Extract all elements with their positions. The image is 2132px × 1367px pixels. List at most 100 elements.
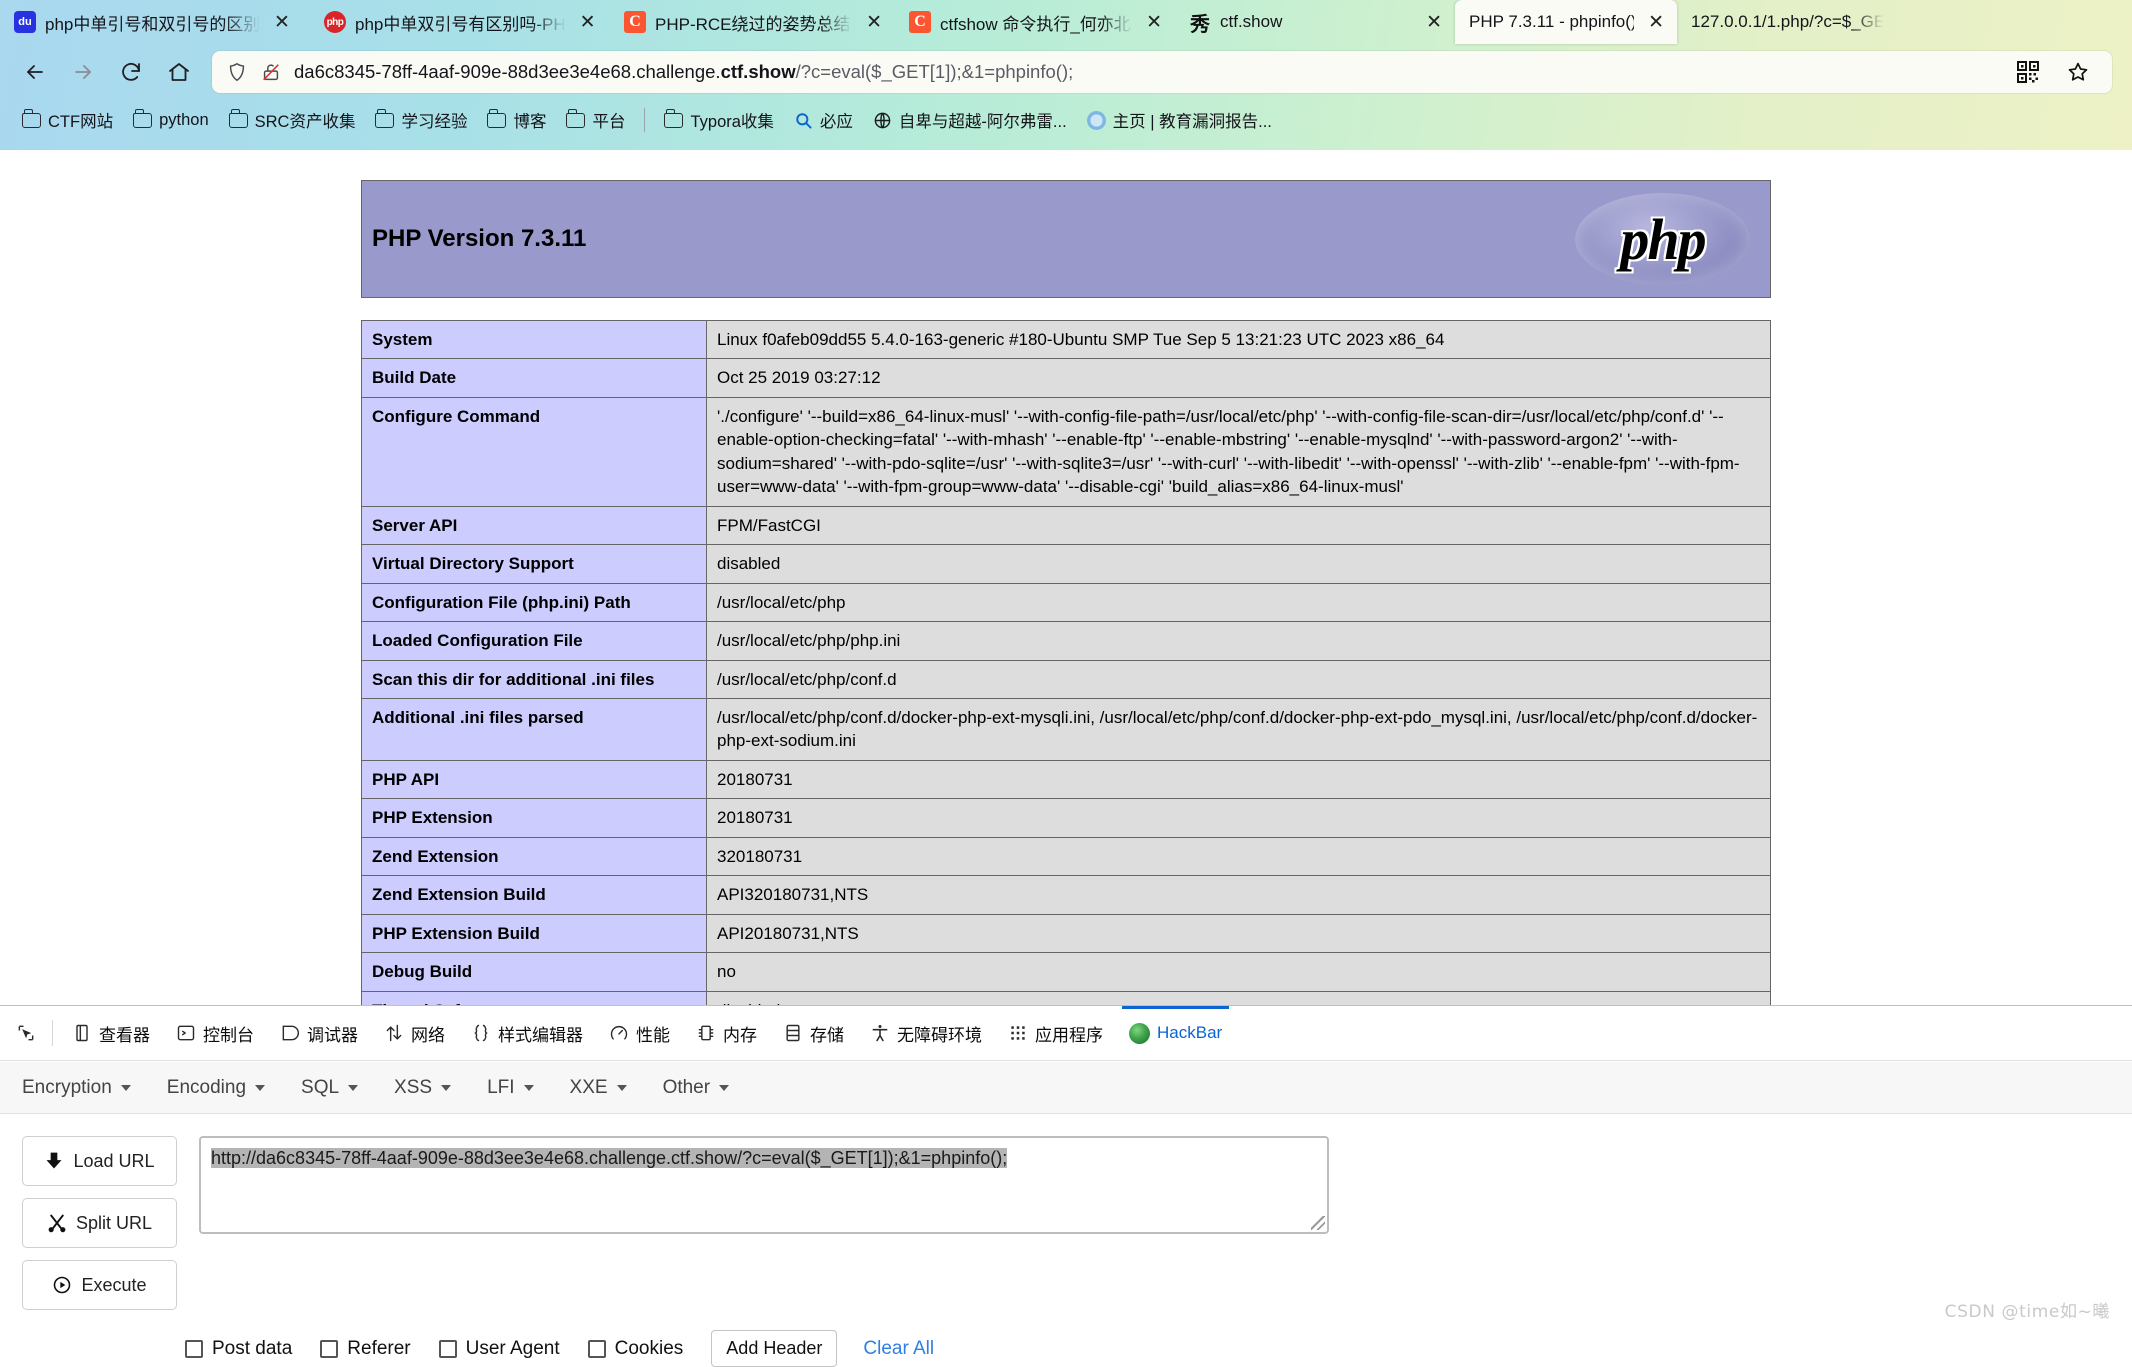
folder-icon bbox=[133, 109, 153, 128]
checkbox-cookies[interactable]: Cookies bbox=[587, 1338, 683, 1360]
bookmark-item[interactable]: 必应 bbox=[786, 104, 861, 136]
devtools-tab-storage[interactable]: 存储 bbox=[770, 1006, 857, 1061]
execute-icon bbox=[54, 1276, 71, 1294]
devtools-panel: 查看器 控制台 调试器 网络 样式编辑器 性能 内存 存储 无障碍环境 应用程序… bbox=[0, 1005, 2132, 1367]
split-url-button[interactable]: Split URL bbox=[22, 1198, 177, 1248]
table-row: Loaded Configuration File/usr/local/etc/… bbox=[361, 621, 1771, 661]
browser-tab[interactable]: 127.0.0.1/1.php/?c=$_GET[1]& bbox=[1677, 0, 1892, 44]
performance-icon bbox=[610, 1025, 628, 1040]
search-icon bbox=[796, 112, 812, 129]
tab-title: PHP-RCE绕过的姿势总结_p bbox=[655, 14, 853, 34]
checkbox-box[interactable] bbox=[438, 1339, 457, 1358]
forward-button[interactable] bbox=[62, 51, 104, 93]
table-row: PHP API 20180731 bbox=[361, 759, 1771, 800]
hackbar-menu-encryption[interactable]: Encryption bbox=[22, 1077, 153, 1099]
resize-grip-handle[interactable] bbox=[1311, 1216, 1325, 1230]
devtools-tab-accessibility[interactable]: 无障碍环境 bbox=[857, 1006, 995, 1061]
table-row: Thread Safetydisabled bbox=[361, 990, 1771, 1005]
execute-button[interactable]: Execute bbox=[22, 1260, 177, 1310]
checkbox-referer[interactable]: Referer bbox=[320, 1337, 411, 1360]
bookmark-item[interactable]: 博客 bbox=[479, 104, 554, 136]
table-cell-key: Loaded Configuration File bbox=[361, 621, 707, 661]
toolbar-divider bbox=[52, 1020, 53, 1046]
clear-all-link[interactable]: Clear All bbox=[863, 1338, 934, 1360]
browser-tab[interactable]: du php中单引号和双引号的区别 ✕ bbox=[0, 0, 310, 44]
checkbox-post-data[interactable]: Post data bbox=[185, 1338, 292, 1360]
table-cell-value: FPM/FastCGI bbox=[706, 505, 1771, 546]
devtools-toolbar: 查看器 控制台 调试器 网络 样式编辑器 性能 内存 存储 无障碍环境 应用程序… bbox=[0, 1005, 2132, 1061]
hackbar-menu-sql[interactable]: SQL bbox=[301, 1077, 380, 1099]
tab-close-icon[interactable]: ✕ bbox=[575, 13, 601, 32]
browser-tab[interactable]: C ctfshow 命令执行_何亦北辰 ✕ bbox=[895, 0, 1175, 44]
qr-code-button[interactable] bbox=[2008, 52, 2048, 92]
browser-tab-active[interactable]: PHP 7.3.11 - phpinfo() ✕ bbox=[1455, 0, 1677, 44]
checkbox-label: Referer bbox=[347, 1337, 411, 1359]
url-host-domain: ctf.show bbox=[720, 61, 796, 82]
lock-broken-icon[interactable] bbox=[260, 61, 282, 83]
bookmark-item[interactable]: CTF网站 bbox=[14, 104, 121, 136]
tab-title: php中单双引号有区别吗-PH bbox=[355, 14, 566, 34]
bookmark-label: 平台 bbox=[592, 113, 626, 131]
debugger-icon bbox=[282, 1025, 300, 1041]
bookmarks-divider bbox=[644, 108, 646, 132]
tab-close-icon[interactable]: ✕ bbox=[1141, 13, 1167, 32]
devtools-tab-network[interactable]: 网络 bbox=[371, 1006, 458, 1061]
devtools-tab-label: 存储 bbox=[810, 1025, 844, 1045]
home-button[interactable] bbox=[158, 51, 200, 93]
browser-tab[interactable]: 秀 ctf.show ✕ bbox=[1175, 0, 1455, 44]
hackbar-menu-lfi[interactable]: LFI bbox=[487, 1077, 555, 1099]
tab-close-icon[interactable]: ✕ bbox=[861, 13, 887, 32]
hackbar-menu-xxe[interactable]: XXE bbox=[570, 1077, 649, 1099]
tab-close-icon[interactable]: ✕ bbox=[1643, 13, 1669, 32]
bookmark-item[interactable]: 自卑与超越-阿尔弗雷... bbox=[865, 104, 1075, 136]
back-button[interactable] bbox=[14, 51, 56, 93]
devtools-tab-performance[interactable]: 性能 bbox=[596, 1006, 683, 1061]
table-cell-key: Configuration File (php.ini) Path bbox=[361, 582, 707, 623]
bookmark-label: Typora收集 bbox=[690, 113, 774, 131]
table-cell-key: System bbox=[361, 319, 707, 360]
devtools-tab-label: 应用程序 bbox=[1035, 1025, 1103, 1045]
checkbox-box[interactable] bbox=[185, 1339, 203, 1358]
bookmark-item[interactable]: Typora收集 bbox=[656, 104, 781, 136]
table-row: PHP Extension 20180731 bbox=[361, 798, 1771, 838]
hackbar-menu-encoding[interactable]: Encoding bbox=[167, 1077, 287, 1099]
bookmark-star-button[interactable] bbox=[2058, 52, 2098, 92]
checkbox-user-agent[interactable]: User Agent bbox=[438, 1338, 560, 1360]
reload-button[interactable] bbox=[110, 51, 152, 93]
bookmark-item[interactable]: python bbox=[125, 107, 217, 134]
table-cell-value: API20180731,NTS bbox=[706, 913, 1771, 954]
hackbar-menu-xss[interactable]: XSS bbox=[394, 1077, 473, 1099]
url-text[interactable]: da6c8345-78ff-4aaf-909e-88d3ee3e4e68.cha… bbox=[294, 61, 1996, 83]
devtools-tab-memory[interactable]: 内存 bbox=[683, 1006, 770, 1061]
url-bar[interactable]: da6c8345-78ff-4aaf-909e-88d3ee3e4e68.cha… bbox=[212, 51, 2112, 93]
bookmark-item[interactable]: 学习经验 bbox=[367, 104, 475, 136]
browser-tab[interactable]: php php中单双引号有区别吗-PH ✕ bbox=[310, 0, 610, 44]
element-picker-button[interactable] bbox=[6, 1006, 46, 1061]
navigation-bar: da6c8345-78ff-4aaf-909e-88d3ee3e4e68.cha… bbox=[0, 44, 2132, 100]
bookmark-label: 必应 bbox=[819, 113, 853, 131]
hackbar-menu-other[interactable]: Other bbox=[663, 1077, 752, 1099]
tab-close-icon[interactable]: ✕ bbox=[269, 13, 295, 32]
button-label: Split URL bbox=[75, 1212, 153, 1233]
tab-title: ctfshow 命令执行_何亦北辰 bbox=[940, 14, 1133, 34]
load-url-button[interactable]: Load URL bbox=[22, 1136, 177, 1186]
devtools-tab-inspector[interactable]: 查看器 bbox=[59, 1006, 163, 1061]
add-header-button[interactable]: Add Header bbox=[711, 1330, 838, 1367]
devtools-tab-label: 内存 bbox=[723, 1025, 757, 1045]
bookmark-item[interactable]: 主页 | 教育漏洞报告... bbox=[1079, 104, 1280, 136]
bookmark-item[interactable]: SRC资产收集 bbox=[221, 104, 364, 136]
devtools-tab-application[interactable]: 应用程序 bbox=[995, 1006, 1116, 1061]
devtools-tab-hackbar[interactable]: HackBar bbox=[1116, 1005, 1235, 1061]
shield-icon[interactable] bbox=[226, 61, 248, 83]
bookmark-item[interactable]: 平台 bbox=[558, 104, 633, 136]
hackbar-url-input[interactable]: http://da6c8345-78ff-4aaf-909e-88d3ee3e4… bbox=[199, 1136, 1329, 1234]
devtools-tab-console[interactable]: 控制台 bbox=[163, 1006, 267, 1061]
chevron-down-icon bbox=[348, 1084, 359, 1091]
browser-tab[interactable]: C PHP-RCE绕过的姿势总结_p ✕ bbox=[610, 0, 895, 44]
tab-close-icon[interactable]: ✕ bbox=[1421, 13, 1447, 32]
tab-title: ctf.show bbox=[1220, 12, 1283, 31]
checkbox-box[interactable] bbox=[587, 1339, 606, 1358]
devtools-tab-style-editor[interactable]: 样式编辑器 bbox=[458, 1006, 596, 1061]
devtools-tab-debugger[interactable]: 调试器 bbox=[267, 1006, 371, 1061]
checkbox-box[interactable] bbox=[320, 1339, 339, 1358]
